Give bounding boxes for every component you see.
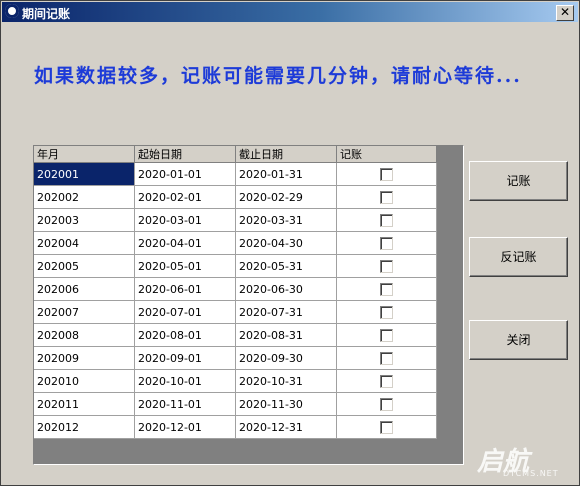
cell-end-date[interactable]: 2020-07-31 [235,300,337,324]
cell-start-date[interactable]: 2020-08-01 [134,323,236,347]
table-row[interactable]: 202002 2020-02-01 2020-02-29 [34,185,437,209]
close-button[interactable]: 关闭 [469,320,568,360]
cell-post [336,300,437,324]
cell-start-date[interactable]: 2020-11-01 [134,392,236,416]
cell-period[interactable]: 202007 [34,300,135,324]
table-row[interactable]: 202007 2020-07-01 2020-07-31 [34,300,437,324]
cell-end-date[interactable]: 2020-01-31 [235,162,337,186]
wait-message: 如果数据较多，记账可能需要几分钟，请耐心等待... [34,65,522,87]
title-bar[interactable]: 期间记账 ✕ [2,2,578,22]
cell-period[interactable]: 202008 [34,323,135,347]
cell-period[interactable]: 202006 [34,277,135,301]
cell-period[interactable]: 202003 [34,208,135,232]
post-checkbox[interactable] [380,374,393,388]
app-icon [5,4,19,18]
post-checkbox[interactable] [380,282,393,296]
window-title: 期间记账 [22,7,71,21]
cell-period[interactable]: 202005 [34,254,135,278]
cell-period[interactable]: 202001 [34,162,135,186]
cell-end-date[interactable]: 2020-10-31 [235,369,337,393]
col-header-post[interactable]: 记账 [336,146,437,163]
cell-start-date[interactable]: 2020-02-01 [134,185,236,209]
cell-start-date[interactable]: 2020-09-01 [134,346,236,370]
cell-post [336,346,437,370]
cell-end-date[interactable]: 2020-08-31 [235,323,337,347]
post-checkbox[interactable] [380,305,393,319]
cell-end-date[interactable]: 2020-05-31 [235,254,337,278]
cell-start-date[interactable]: 2020-10-01 [134,369,236,393]
col-header-end-date[interactable]: 截止日期 [235,146,337,163]
cell-post [336,277,437,301]
period-grid[interactable]: 年月 起始日期 截止日期 记账 202001 2020-01-01 2020-01-… [33,145,464,465]
cell-end-date[interactable]: 2020-06-30 [235,277,337,301]
table-row[interactable]: 202009 2020-09-01 2020-09-30 [34,346,437,370]
table-row[interactable]: 202004 2020-04-01 2020-04-30 [34,231,437,255]
cell-end-date[interactable]: 2020-12-31 [235,415,337,439]
cell-start-date[interactable]: 2020-06-01 [134,277,236,301]
cell-start-date[interactable]: 2020-03-01 [134,208,236,232]
unpost-button[interactable]: 反记账 [469,237,568,277]
table-row[interactable]: 202003 2020-03-01 2020-03-31 [34,208,437,232]
watermark: 启航 DTCMS.NET [477,441,558,478]
col-header-period[interactable]: 年月 [34,146,135,163]
post-checkbox[interactable] [380,167,393,181]
cell-end-date[interactable]: 2020-04-30 [235,231,337,255]
cell-period[interactable]: 202002 [34,185,135,209]
dialog-window: 期间记账 ✕ 如果数据较多，记账可能需要几分钟，请耐心等待... 年月 起始日期… [0,0,580,486]
cell-start-date[interactable]: 2020-07-01 [134,300,236,324]
table-row[interactable]: 202008 2020-08-01 2020-08-31 [34,323,437,347]
col-header-start-date[interactable]: 起始日期 [134,146,236,163]
cell-post [336,392,437,416]
cell-end-date[interactable]: 2020-02-29 [235,185,337,209]
cell-period[interactable]: 202011 [34,392,135,416]
cell-end-date[interactable]: 2020-03-31 [235,208,337,232]
cell-start-date[interactable]: 2020-12-01 [134,415,236,439]
post-checkbox[interactable] [380,420,393,434]
cell-period[interactable]: 202009 [34,346,135,370]
cell-end-date[interactable]: 2020-11-30 [235,392,337,416]
post-checkbox[interactable] [380,328,393,342]
cell-post [336,162,437,186]
cell-start-date[interactable]: 2020-04-01 [134,231,236,255]
cell-post [336,369,437,393]
table-row[interactable]: 202005 2020-05-01 2020-05-31 [34,254,437,278]
cell-period[interactable]: 202010 [34,369,135,393]
table-row[interactable]: 202011 2020-11-01 2020-11-30 [34,392,437,416]
post-checkbox[interactable] [380,259,393,273]
post-checkbox[interactable] [380,213,393,227]
cell-start-date[interactable]: 2020-01-01 [134,162,236,186]
cell-post [336,185,437,209]
cell-post [336,415,437,439]
close-window-button[interactable]: ✕ [556,5,574,21]
cell-post [336,323,437,347]
post-checkbox[interactable] [380,190,393,204]
grid-header-row: 年月 起始日期 截止日期 记账 [34,146,437,163]
watermark-url: DTCMS.NET [503,469,559,478]
cell-post [336,254,437,278]
table-row[interactable]: 202012 2020-12-01 2020-12-31 [34,415,437,439]
post-checkbox[interactable] [380,397,393,411]
post-button[interactable]: 记账 [469,161,568,201]
cell-start-date[interactable]: 2020-05-01 [134,254,236,278]
cell-post [336,208,437,232]
table-row[interactable]: 202001 2020-01-01 2020-01-31 [34,162,437,186]
cell-period[interactable]: 202012 [34,415,135,439]
cell-period[interactable]: 202004 [34,231,135,255]
post-checkbox[interactable] [380,351,393,365]
cell-end-date[interactable]: 2020-09-30 [235,346,337,370]
cell-post [336,231,437,255]
table-row[interactable]: 202006 2020-06-01 2020-06-30 [34,277,437,301]
table-row[interactable]: 202010 2020-10-01 2020-10-31 [34,369,437,393]
post-checkbox[interactable] [380,236,393,250]
